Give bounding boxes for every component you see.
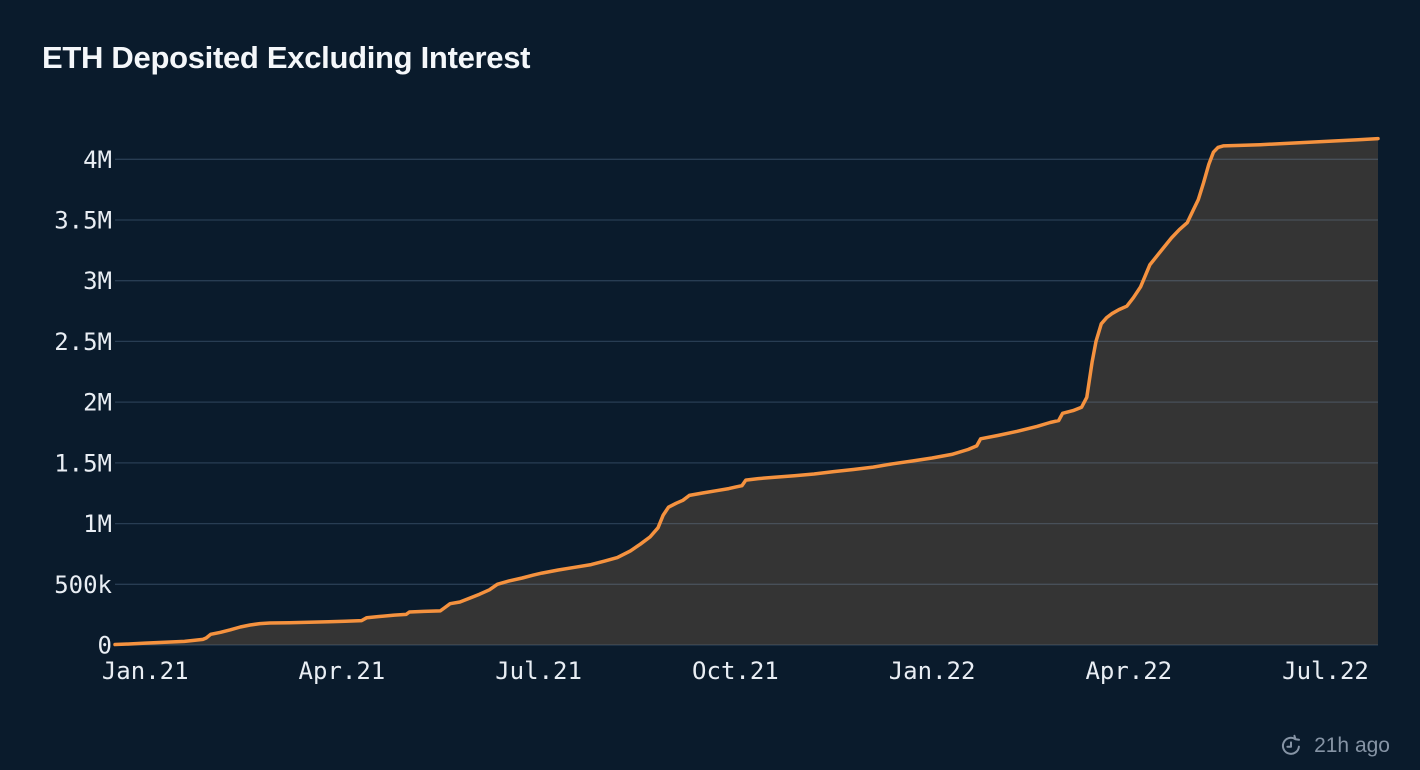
x-axis-tick-label: Jul.21 (495, 657, 582, 685)
y-axis-tick-label: 3.5M (54, 207, 112, 235)
eth-deposited-chart[interactable]: 0 500k 1M 1.5M 2M 2.5M 3M 3.5M 4M Jan.21 Apr.21 Jul… (0, 0, 1420, 770)
chart-card: ETH Deposited Excluding Interest 0 500k 1M… (0, 0, 1420, 770)
y-axis-tick-label: 500k (54, 571, 112, 599)
history-clock-icon (1282, 734, 1301, 755)
x-axis-tick-label: Oct.21 (692, 657, 779, 685)
series-area-fill (115, 138, 1378, 645)
y-axis-tick-label: 1M (83, 510, 112, 538)
x-axis-tick-label: Jan.21 (102, 657, 189, 685)
x-axis-tick-label: Jan.22 (889, 657, 976, 685)
y-axis-tick-label: 2M (83, 389, 112, 417)
last-updated: 21h ago (1280, 734, 1390, 758)
x-axis-tick-label: Apr.22 (1085, 657, 1172, 685)
y-axis-tick-label: 1.5M (54, 449, 112, 477)
y-axis-tick-label: 2.5M (54, 328, 112, 356)
x-axis-tick-label: Jul.22 (1282, 657, 1369, 685)
last-updated-label: 21h ago (1314, 734, 1390, 757)
x-axis-tick-label: Apr.21 (299, 657, 386, 685)
y-axis-tick-label: 3M (83, 267, 112, 295)
y-axis-tick-label: 0 (98, 632, 112, 660)
y-axis-tick-label: 4M (83, 146, 112, 174)
